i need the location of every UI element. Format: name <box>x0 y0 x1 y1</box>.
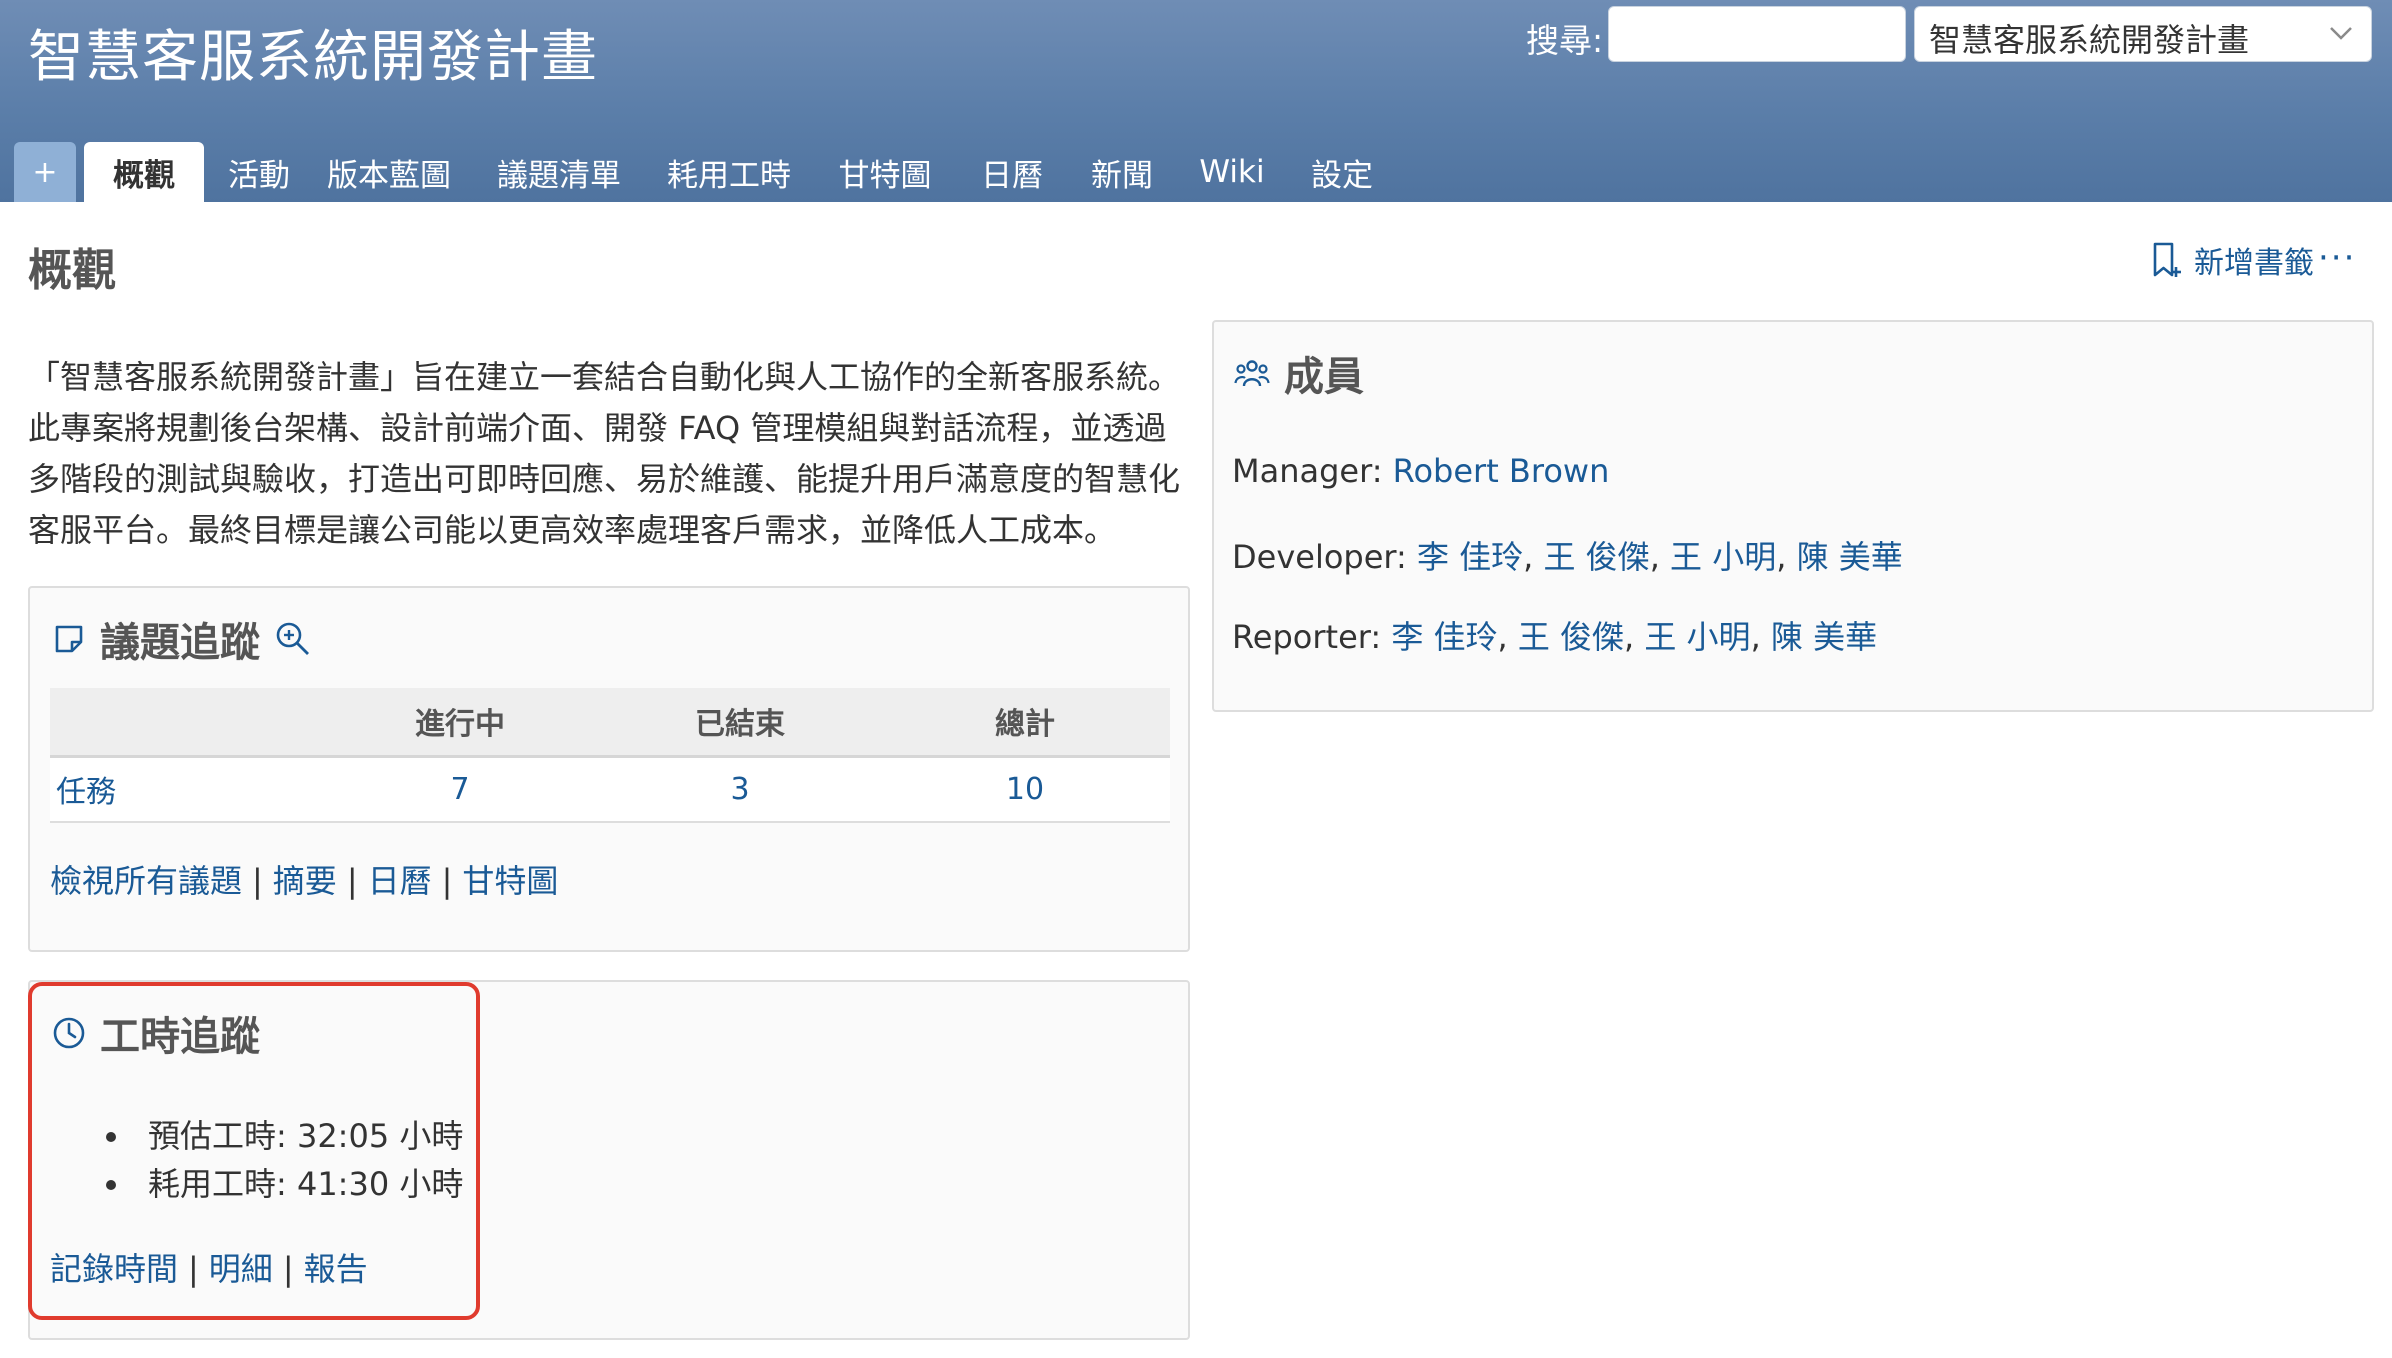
link-separator: | <box>282 1250 294 1288</box>
total-count-link[interactable]: 10 <box>1006 772 1044 807</box>
gantt-link[interactable]: 甘特圖 <box>462 862 558 900</box>
bookmark-add-icon <box>2153 242 2181 277</box>
member-link[interactable]: 陳 美華 <box>1797 538 1903 576</box>
log-time-link[interactable]: 記錄時間 <box>50 1250 178 1288</box>
project-select-value: 智慧客服系統開發計畫 <box>1929 21 2250 59</box>
sticky-note-icon <box>55 625 83 653</box>
member-link[interactable]: Robert Brown <box>1393 452 1610 490</box>
developer-label: Developer: <box>1232 538 1407 576</box>
top-header: 智慧客服系統開發計畫 搜尋: 智慧客服系統開發計畫 + 概觀 活動 版本藍圖 議… <box>0 0 2392 202</box>
tab-wiki[interactable]: Wiki <box>1184 142 1280 202</box>
report-link[interactable]: 報告 <box>304 1250 368 1288</box>
estimated-time: 預估工時: 32:05 小時 <box>106 1112 463 1160</box>
tab-gantt[interactable]: 甘特圖 <box>824 142 946 202</box>
reporter-label: Reporter: <box>1232 618 1382 656</box>
project-description: 「智慧客服系統開發計畫」旨在建立一套結合自動化與人工協作的全新客服系統。 此專案… <box>28 352 1208 556</box>
tab-spent-time[interactable]: 耗用工時 <box>654 142 804 202</box>
time-tracking-title: 工時追蹤 <box>100 1014 260 1060</box>
tab-calendar[interactable]: 日曆 <box>964 142 1060 202</box>
table-row: 任務 7 3 10 <box>50 756 1170 823</box>
issue-tracking-header: 議題追蹤 <box>52 610 312 668</box>
calendar-link[interactable]: 日曆 <box>368 862 432 900</box>
link-separator: | <box>252 862 263 900</box>
member-link[interactable]: 王 俊傑 <box>1544 538 1650 576</box>
comma: , <box>1497 618 1508 656</box>
time-tracking-box: 工時追蹤 預估工時: 32:05 小時 耗用工時: 41:30 小時 記錄時間 |… <box>28 980 1190 1340</box>
issue-tracking-box: 議題追蹤 進行中 已結束 總計 任務 7 3 10 檢視所有議題 | 摘要 | … <box>28 586 1190 952</box>
tab-issues[interactable]: 議題清單 <box>484 142 634 202</box>
table-header-row: 進行中 已結束 總計 <box>50 688 1170 758</box>
time-summary-list: 預估工時: 32:05 小時 耗用工時: 41:30 小時 <box>106 1112 463 1208</box>
comma: , <box>1624 618 1635 656</box>
tab-activity[interactable]: 活動 <box>210 142 308 202</box>
member-link[interactable]: 陳 美華 <box>1771 618 1877 656</box>
spent-time: 耗用工時: 41:30 小時 <box>106 1160 463 1208</box>
tab-settings[interactable]: 設定 <box>1294 142 1390 202</box>
zoom-in-icon[interactable] <box>274 620 312 658</box>
search-input[interactable] <box>1608 6 1906 62</box>
link-separator: | <box>441 862 453 900</box>
link-separator: | <box>346 862 358 900</box>
tracker-column-header <box>50 688 320 758</box>
open-count-link[interactable]: 7 <box>450 772 469 807</box>
issue-summary-table: 進行中 已結束 總計 任務 7 3 10 <box>50 688 1170 823</box>
description-line: 此專案將規劃後台架構、設計前端介面、開發 FAQ 管理模組與對話流程，並透過 <box>28 409 1167 447</box>
time-tracking-header: 工時追蹤 <box>52 1004 260 1062</box>
new-object-tab[interactable]: + <box>14 142 76 202</box>
group-icon <box>1234 360 1270 387</box>
link-separator: | <box>188 1250 199 1288</box>
open-column-header: 進行中 <box>320 688 600 758</box>
member-link[interactable]: 王 俊傑 <box>1518 618 1624 656</box>
member-link[interactable]: 王 小明 <box>1670 538 1776 576</box>
clock-icon <box>53 1017 85 1049</box>
manager-label: Manager: <box>1232 452 1383 490</box>
comma: , <box>1776 538 1787 576</box>
details-link[interactable]: 明細 <box>209 1250 273 1288</box>
members-title: 成員 <box>1284 354 1364 400</box>
member-link[interactable]: 李 佳玲 <box>1417 538 1523 576</box>
description-line: 「智慧客服系統開發計畫」旨在建立一套結合自動化與人工協作的全新客服系統。 <box>28 358 1181 396</box>
developer-line: Developer: 李 佳玲, 王 俊傑, 王 小明, 陳 美華 <box>1232 532 1903 578</box>
comma: , <box>1523 538 1534 576</box>
member-link[interactable]: 李 佳玲 <box>1391 618 1497 656</box>
tab-roadmap[interactable]: 版本藍圖 <box>314 142 464 202</box>
comma: , <box>1649 538 1660 576</box>
search-label: 搜尋: <box>1526 21 1604 60</box>
description-line: 多階段的測試與驗收，打造出可即時回應、易於維護、能提升用戶滿意度的智慧化 <box>28 460 1181 498</box>
manager-line: Manager: Robert Brown <box>1232 452 1609 490</box>
tab-news[interactable]: 新聞 <box>1074 142 1170 202</box>
tab-overview[interactable]: 概觀 <box>84 142 204 202</box>
closed-count-link[interactable]: 3 <box>730 772 749 807</box>
more-actions-icon[interactable]: ··· <box>2318 238 2356 278</box>
project-jump-select[interactable]: 智慧客服系統開發計畫 <box>1914 6 2372 62</box>
member-link[interactable]: 王 小明 <box>1644 618 1750 656</box>
reporter-line: Reporter: 李 佳玲, 王 俊傑, 王 小明, 陳 美華 <box>1232 612 1877 658</box>
view-all-issues-link[interactable]: 檢視所有議題 <box>50 862 242 900</box>
time-links: 記錄時間 | 明細 | 報告 <box>50 1244 368 1290</box>
members-header: 成員 <box>1234 344 1364 402</box>
app-title[interactable]: 智慧客服系統開發計畫 <box>28 12 598 93</box>
total-column-header: 總計 <box>880 688 1170 758</box>
summary-link[interactable]: 摘要 <box>273 862 337 900</box>
members-box: 成員 Manager: Robert Brown Developer: 李 佳玲… <box>1212 320 2374 712</box>
tracker-task-link[interactable]: 任務 <box>56 775 116 810</box>
add-bookmark-label: 新增書籤 <box>2194 246 2314 281</box>
page-title: 概觀 <box>28 245 116 296</box>
closed-column-header: 已結束 <box>600 688 880 758</box>
description-line: 客服平台。最終目標是讓公司能以更高效率處理客戶需求，並降低人工成本。 <box>28 511 1117 549</box>
issue-tracking-title: 議題追蹤 <box>100 620 260 666</box>
add-bookmark-button[interactable]: 新增書籤 <box>2150 240 2314 281</box>
issue-links: 檢視所有議題 | 摘要 | 日曆 | 甘特圖 <box>50 856 558 902</box>
comma: , <box>1750 618 1761 656</box>
chevron-down-icon <box>2330 27 2352 40</box>
